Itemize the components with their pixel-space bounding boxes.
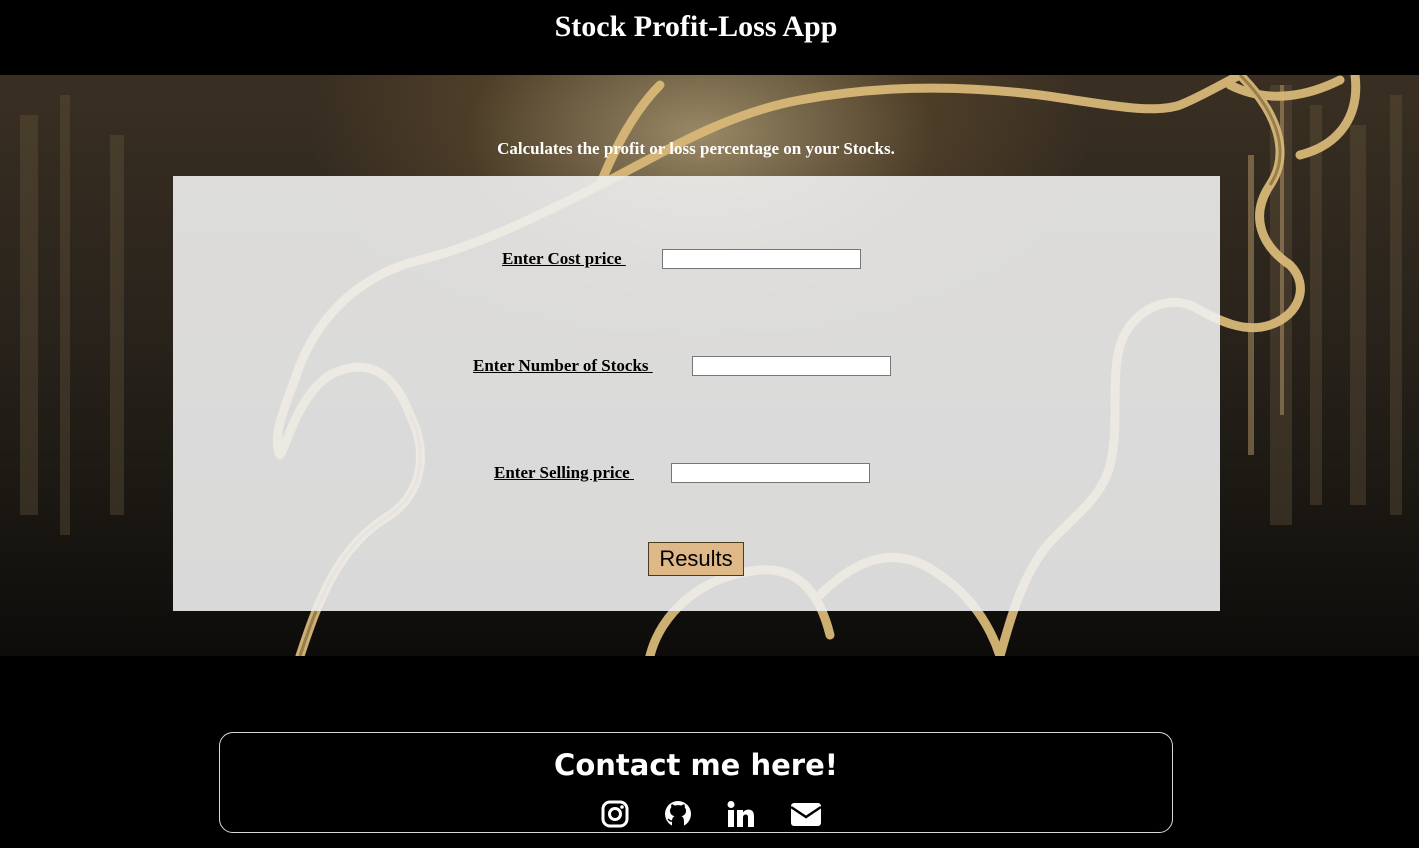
cost-price-input[interactable] — [662, 249, 861, 269]
contact-title: Contact me here! — [554, 748, 838, 782]
cost-price-label: Enter Cost price — [502, 249, 626, 268]
linkedin-icon[interactable] — [726, 799, 756, 829]
contact-section: Contact me here! — [219, 732, 1173, 833]
results-button[interactable]: Results — [648, 542, 744, 576]
cost-price-row: Enter Cost price — [173, 249, 1220, 273]
app-description: Calculates the profit or loss percentage… — [497, 139, 895, 158]
instagram-icon[interactable] — [600, 799, 630, 829]
page-header: Stock Profit-Loss App — [0, 0, 1419, 75]
page-title: Stock Profit-Loss App — [554, 10, 838, 43]
number-of-stocks-label: Enter Number of Stocks — [473, 356, 653, 375]
calculator-form: Enter Cost price Enter Number of Stocks … — [173, 176, 1220, 611]
number-of-stocks-row: Enter Number of Stocks — [173, 356, 1220, 380]
github-icon[interactable] — [663, 799, 693, 829]
selling-price-row: Enter Selling price — [173, 463, 1220, 487]
hero-section: Calculates the profit or loss percentage… — [0, 75, 1419, 656]
email-icon[interactable] — [790, 799, 822, 829]
selling-price-label: Enter Selling price — [494, 463, 634, 482]
number-of-stocks-input[interactable] — [692, 356, 891, 376]
selling-price-input[interactable] — [671, 463, 870, 483]
